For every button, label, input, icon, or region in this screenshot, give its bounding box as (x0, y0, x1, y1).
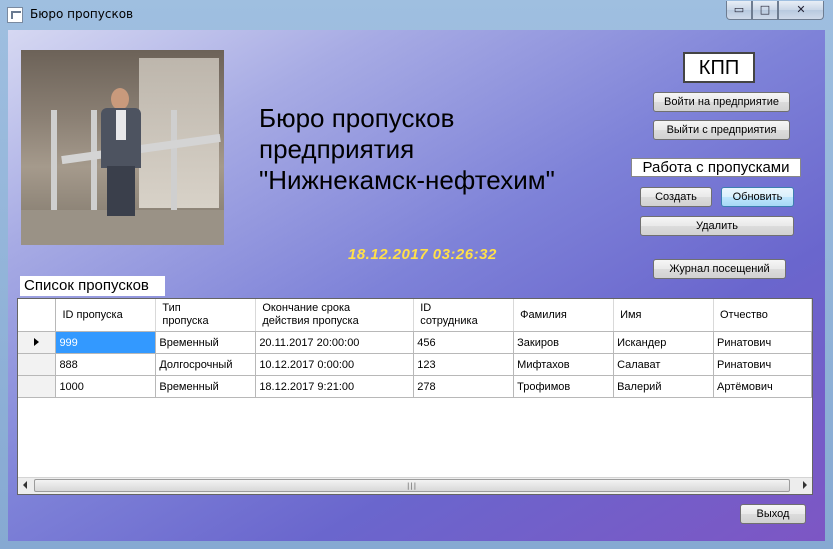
column-header[interactable]: Имя (613, 299, 714, 332)
checkpoint-label: КПП (683, 52, 755, 83)
table-cell[interactable]: 999 (55, 331, 157, 354)
column-header[interactable]: ID пропуска (55, 299, 157, 332)
table-cell[interactable]: Долгосрочный (155, 353, 257, 376)
close-button[interactable]: ✕ (778, 1, 824, 20)
table-cell[interactable]: 123 (413, 353, 515, 376)
table-cell[interactable]: Ринатович (713, 331, 812, 354)
table-cell[interactable]: Салават (613, 353, 714, 376)
row-header[interactable] (18, 353, 57, 376)
table-row[interactable]: 999 Временный 20.11.2017 20:00:00 456 За… (18, 331, 812, 354)
app-icon (7, 7, 23, 23)
minimize-icon: ▭ (733, 3, 745, 16)
column-header[interactable]: Фамилия (513, 299, 615, 332)
minimize-button[interactable]: ▭ (726, 1, 752, 20)
checkpoint-photo (21, 50, 224, 245)
table-cell[interactable]: Артёмович (713, 375, 812, 398)
table-cell[interactable]: 20.11.2017 20:00:00 (255, 331, 415, 354)
window-title: Бюро пропусков (30, 7, 134, 21)
scroll-right-icon[interactable] (803, 481, 807, 489)
page-title: Бюро пропусков предприятия "Нижнекамск-н… (259, 103, 555, 195)
passes-section-label: Работа с пропусками (631, 158, 801, 177)
table-cell[interactable]: Трофимов (513, 375, 615, 398)
table-cell[interactable]: Мифтахов (513, 353, 615, 376)
current-datetime: 18.12.2017 03:26:32 (348, 246, 497, 263)
exit-button[interactable]: Выход (740, 504, 806, 524)
scroll-left-icon[interactable] (23, 481, 27, 489)
row-header-corner (18, 299, 57, 332)
table-cell[interactable]: 456 (413, 331, 515, 354)
table-header-row: ID пропуска Тип пропуска Окончание срока… (18, 299, 812, 332)
table-cell[interactable]: 18.12.2017 9:21:00 (255, 375, 415, 398)
horizontal-scrollbar[interactable]: ||| (18, 477, 812, 494)
table-cell[interactable]: Валерий (613, 375, 714, 398)
column-header[interactable]: Отчество (713, 299, 812, 332)
passes-table[interactable]: ID пропуска Тип пропуска Окончание срока… (17, 298, 813, 495)
refresh-button[interactable]: Обновить (721, 187, 794, 207)
scrollbar-thumb[interactable]: ||| (34, 479, 790, 492)
column-header[interactable]: Тип пропуска (155, 299, 257, 332)
column-header[interactable]: Окончание срока действия пропуска (255, 299, 415, 332)
table-cell[interactable]: Временный (155, 331, 257, 354)
grip-icon: ||| (407, 482, 418, 490)
form-client-area: Бюро пропусков предприятия "Нижнекамск-н… (8, 30, 825, 541)
row-header[interactable] (18, 375, 57, 398)
table-cell[interactable]: Ринатович (713, 353, 812, 376)
title-bar[interactable]: Бюро пропусков ▭ □ ✕ (0, 0, 833, 30)
current-row-icon (34, 337, 40, 346)
table-cell[interactable]: Искандер (613, 331, 714, 354)
table-row[interactable]: 1000 Временный 18.12.2017 9:21:00 278 Тр… (18, 375, 812, 398)
maximize-icon: □ (759, 3, 771, 16)
table-cell[interactable]: 1000 (55, 375, 157, 398)
visit-journal-button[interactable]: Журнал посещений (653, 259, 786, 279)
table-row[interactable]: 888 Долгосрочный 10.12.2017 0:00:00 123 … (18, 353, 812, 376)
row-header[interactable] (18, 331, 57, 354)
create-pass-button[interactable]: Создать (640, 187, 712, 207)
table-cell[interactable]: 10.12.2017 0:00:00 (255, 353, 415, 376)
app-window: Бюро пропусков ▭ □ ✕ Бюро пропусков пред… (0, 0, 833, 549)
table-cell[interactable]: 888 (55, 353, 157, 376)
table-cell[interactable]: Закиров (513, 331, 615, 354)
enter-enterprise-button[interactable]: Войти на предприятие (653, 92, 790, 112)
table-cell[interactable]: 278 (413, 375, 515, 398)
pass-list-title: Список пропусков (20, 276, 165, 296)
table-cell[interactable]: Временный (155, 375, 257, 398)
maximize-button[interactable]: □ (752, 1, 778, 20)
close-icon: ✕ (796, 3, 806, 16)
column-header[interactable]: ID сотрудника (413, 299, 515, 332)
delete-pass-button[interactable]: Удалить (640, 216, 794, 236)
exit-enterprise-button[interactable]: Выйти с предприятия (653, 120, 790, 140)
